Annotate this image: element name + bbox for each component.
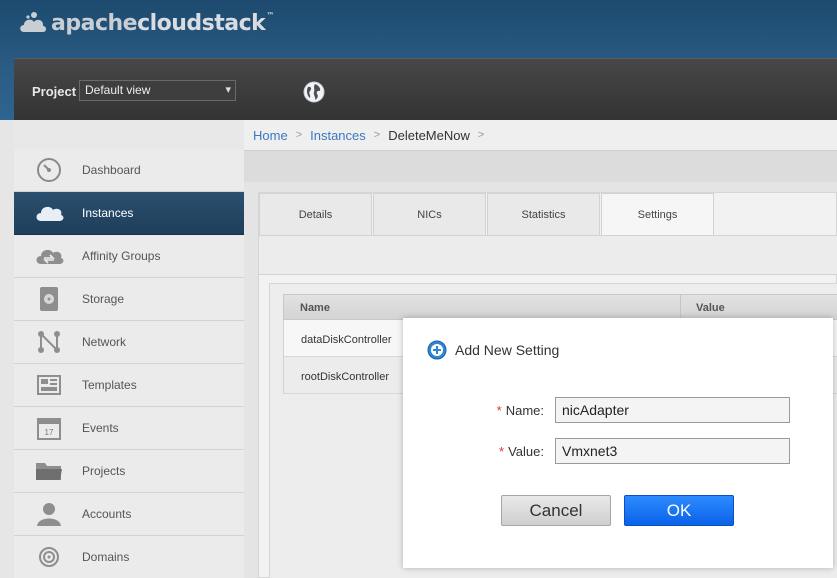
- sidebar-item-instances[interactable]: Instances: [14, 192, 244, 235]
- sidebar-item-label: Storage: [82, 292, 125, 306]
- breadcrumb-separator: >: [477, 129, 485, 141]
- sidebar-item-label: Instances: [82, 206, 134, 220]
- globe-icon[interactable]: [303, 81, 325, 103]
- dialog-title-text: Add New Setting: [455, 342, 560, 358]
- value-field[interactable]: [555, 438, 790, 464]
- sidebar-item-dashboard[interactable]: Dashboard: [14, 149, 244, 192]
- name-field[interactable]: [555, 397, 790, 423]
- dashboard-icon: [34, 157, 64, 183]
- sidebar-item-label: Accounts: [82, 507, 132, 521]
- logo-text: apachecloudstack™: [51, 10, 274, 36]
- tab-settings[interactable]: Settings: [601, 193, 714, 235]
- add-icon: [427, 340, 447, 360]
- cloud-icon: [34, 200, 64, 226]
- affinity-icon: [34, 243, 64, 269]
- tab-nics[interactable]: NICs: [373, 193, 486, 235]
- toolbar: [244, 150, 837, 182]
- calendar-icon: 17: [34, 415, 64, 441]
- sidebar-item-templates[interactable]: Templates: [14, 364, 244, 407]
- templates-icon: [34, 372, 64, 398]
- sidebar-item-domains[interactable]: Domains: [14, 536, 244, 578]
- tab-bar: Details NICs Statistics Settings: [259, 193, 715, 235]
- breadcrumb-current: DeleteMeNow: [388, 127, 470, 143]
- setting-name: rootDiskController: [301, 371, 390, 383]
- column-divider: [680, 295, 681, 319]
- required-mark: *: [499, 444, 505, 459]
- sidebar-item-label: Events: [82, 421, 119, 435]
- sidebar-item-network[interactable]: Network: [14, 321, 244, 364]
- folder-icon: [34, 458, 64, 484]
- name-label: * Name:: [496, 403, 544, 418]
- tab-statistics[interactable]: Statistics: [487, 193, 600, 235]
- grid-header: Name Value: [283, 294, 837, 320]
- project-select-value: Default view: [85, 83, 151, 97]
- sidebar-item-affinity-groups[interactable]: Affinity Groups: [14, 235, 244, 278]
- cloudstack-logo[interactable]: apachecloudstack™: [18, 6, 274, 40]
- project-bar: Project Default view ▾: [14, 58, 837, 120]
- sidebar: Dashboard Instances Affinity Groups Stor…: [14, 120, 244, 578]
- sidebar-item-projects[interactable]: Projects: [14, 450, 244, 493]
- app-header: apachecloudstack™ Project Default view ▾: [0, 0, 837, 120]
- ok-button[interactable]: OK: [624, 495, 734, 526]
- value-form-row: * Value:: [403, 438, 833, 464]
- domain-icon: [34, 544, 64, 570]
- sidebar-item-label: Affinity Groups: [82, 249, 161, 263]
- sidebar-item-events[interactable]: 17 Events: [14, 407, 244, 450]
- cancel-button[interactable]: Cancel: [501, 495, 611, 526]
- project-label: Project: [32, 84, 77, 99]
- breadcrumb-instances[interactable]: Instances: [310, 128, 366, 143]
- sidebar-item-label: Templates: [82, 378, 137, 392]
- sidebar-item-label: Dashboard: [82, 163, 141, 177]
- calendar-icon-day: 17: [45, 428, 54, 437]
- cloudstack-logo-icon: [20, 12, 46, 32]
- required-mark: *: [496, 403, 502, 418]
- storage-icon: [34, 286, 64, 312]
- breadcrumb: Home > Instances > DeleteMeNow >: [244, 120, 837, 150]
- tab-toolbar: [259, 235, 837, 275]
- sidebar-item-label: Network: [82, 335, 127, 349]
- chevron-down-icon: ▾: [225, 84, 231, 96]
- sidebar-item-storage[interactable]: Storage: [14, 278, 244, 321]
- breadcrumb-separator: >: [373, 129, 381, 141]
- column-header-value[interactable]: Value: [696, 302, 725, 314]
- network-icon: [34, 329, 64, 355]
- breadcrumb-home[interactable]: Home: [253, 128, 288, 143]
- column-header-name[interactable]: Name: [300, 302, 330, 314]
- tab-details[interactable]: Details: [259, 193, 372, 235]
- name-form-row: * Name:: [403, 397, 833, 423]
- user-icon: [34, 501, 64, 527]
- value-label: * Value:: [499, 444, 544, 459]
- sidebar-item-accounts[interactable]: Accounts: [14, 493, 244, 536]
- add-setting-dialog: Add New Setting *Name: *Value: Cancel OK: [403, 318, 833, 568]
- sidebar-item-label: Domains: [82, 550, 130, 564]
- sidebar-item-label: Projects: [82, 464, 126, 478]
- dialog-title: Add New Setting: [427, 340, 559, 360]
- project-select[interactable]: Default view ▾: [79, 80, 236, 101]
- setting-name: dataDiskController: [301, 334, 392, 346]
- breadcrumb-separator: >: [295, 129, 303, 141]
